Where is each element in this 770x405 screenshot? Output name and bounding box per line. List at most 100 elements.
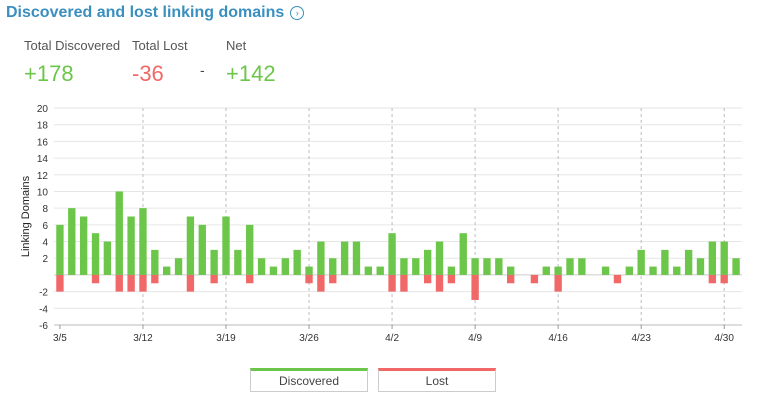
lost-bar [305,274,313,284]
discovered-bar [293,249,301,275]
lost-bar [115,274,123,292]
lost-bar [471,274,479,300]
discovered-bar [649,266,657,275]
total-discovered-label: Total Discovered [24,38,121,53]
lost-bar [151,274,159,284]
y-tick-label: 8 [42,204,48,215]
lost-bar [720,274,728,284]
x-tick-label: 4/2 [385,333,399,344]
discovered-bar [435,241,444,275]
discovered-bar [637,249,645,275]
x-tick-label: 3/5 [53,333,67,344]
discovered-bar [317,241,325,275]
discovered-bar [151,249,159,275]
legend: Discovered Lost [250,368,496,392]
discovered-bar [483,258,491,275]
discovered-bar [601,266,610,275]
lost-bar [91,274,100,284]
legend-discovered-button[interactable]: Discovered [250,368,368,392]
lost-bar [400,274,408,292]
discovered-bar [554,266,562,275]
discovered-bar [459,233,467,275]
lost-bar [554,274,562,292]
discovered-bar [388,233,396,275]
discovered-bar [495,258,503,275]
lost-bar [210,274,218,284]
lost-bar [317,274,325,292]
y-tick-label: 4 [42,238,48,249]
discovered-bar [246,224,254,275]
x-tick-label: 3/26 [299,333,319,344]
discovered-bar [400,258,408,275]
y-tick-label: 10 [37,187,49,198]
discovered-bar [234,249,242,275]
discovered-bar [376,266,384,275]
discovered-bar [198,224,206,275]
y-tick-label: 2 [42,254,48,265]
discovered-bar [352,241,361,275]
discovered-bar [186,216,195,275]
lost-bar [186,274,195,292]
discovered-bar [507,266,515,275]
x-tick-label: 3/19 [216,333,236,344]
y-tick-label: 14 [37,154,49,165]
total-discovered-value: +178 [24,61,74,86]
lost-bar [246,274,254,284]
y-tick-label: 6 [42,221,48,232]
net-label: Net [226,38,247,53]
linking-domains-chart: -6 -4 -2 2 4 6 8 10 12 14 16 18 20 Linking Domains 3/5… [20,104,742,344]
discovered-bar [269,266,278,275]
discovered-bar [471,258,479,275]
discovered-bar [684,249,693,275]
discovered-bar [364,266,373,275]
discovered-bar [661,249,669,275]
x-tick-label: 4/9 [468,333,482,344]
lost-bar [530,274,539,284]
net-stat: Net +142 [226,38,276,87]
total-lost-label: Total Lost [132,38,188,53]
discovered-bar [708,241,717,275]
discovered-bar [447,266,456,275]
y-tick-label: -6 [39,321,48,332]
discovered-bar [163,266,171,275]
discovered-bar [423,249,432,275]
lost-bar [507,274,515,284]
discovered-bar [720,241,728,275]
discovered-bar [673,266,681,275]
lost-bar [613,274,622,284]
chart-title: Discovered and lost linking domains [6,4,285,21]
info-circle-icon[interactable]: › [290,6,305,20]
total-lost-value: -36 [132,61,164,86]
y-tick-label: 18 [37,121,49,132]
discovered-bar [56,224,64,275]
discovered-bar [115,191,123,275]
discovered-bar [329,258,337,275]
lost-bar [127,274,135,292]
discovered-bar [281,258,289,275]
lost-bar [139,274,147,292]
lost-bar [708,274,717,284]
y-tick-label: -2 [39,288,48,299]
discovered-bar [103,241,112,275]
total-lost-stat: Total Lost -36 [132,38,188,87]
discovered-bar [222,216,230,275]
x-tick-label: 4/23 [631,333,651,344]
y-tick-label: 20 [37,104,49,115]
discovered-bar [305,266,313,275]
discovered-bar [174,258,183,275]
discovered-bar [79,216,88,275]
legend-lost-button[interactable]: Lost [378,368,496,392]
net-value: +142 [226,61,276,86]
x-tick-label: 4/16 [548,333,568,344]
x-tick-label: 4/30 [714,333,734,344]
header: Discovered and lost linking domains › [6,4,305,22]
lost-bar [388,274,396,292]
discovered-bar [412,258,420,275]
y-tick-label: -4 [39,304,48,315]
lost-bar [56,274,64,292]
discovered-bar [542,266,550,275]
discovered-bar [127,216,135,275]
discovered-bar [578,258,586,275]
discovered-bar [91,233,100,275]
discovered-bar [696,258,705,275]
